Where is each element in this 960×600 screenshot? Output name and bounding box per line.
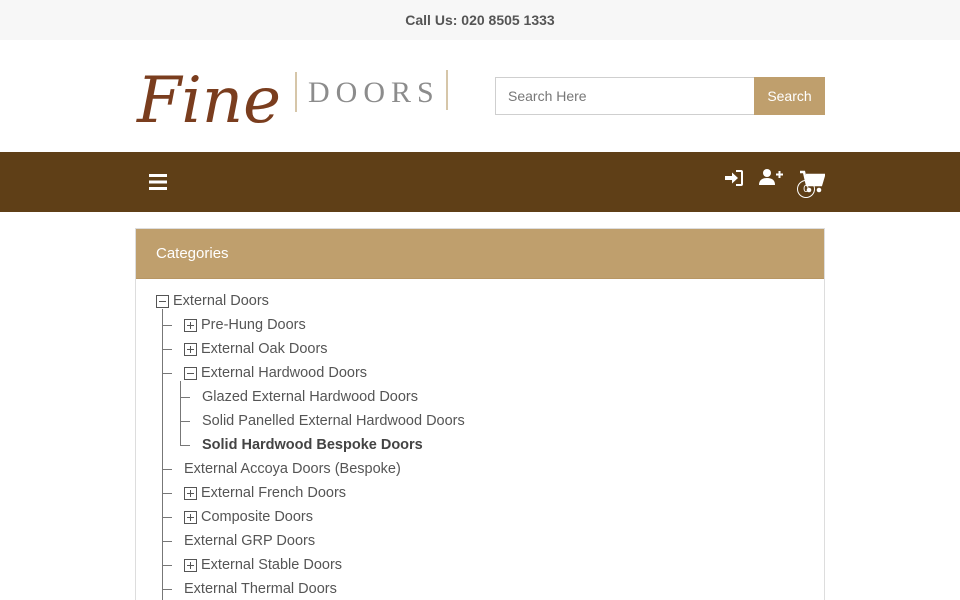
cart-count-badge: 0 [797, 180, 815, 198]
category-label[interactable]: External Stable Doors [201, 557, 342, 573]
tree-connector [162, 349, 172, 350]
hamburger-icon[interactable] [148, 172, 168, 192]
category-item[interactable]: Solid Panelled External Hardwood Doors [202, 409, 465, 433]
expand-plus-icon[interactable] [184, 342, 197, 356]
category-item[interactable]: External Oak Doors [184, 337, 328, 361]
category-label[interactable]: Composite Doors [201, 509, 313, 525]
category-item[interactable]: External Stable Doors [184, 553, 342, 577]
category-item[interactable]: External Accoya Doors (Bespoke) [184, 457, 401, 481]
collapse-minus-icon[interactable] [184, 366, 197, 380]
category-item[interactable]: External French Doors [184, 481, 346, 505]
tree-connector [162, 541, 172, 542]
collapse-minus-icon[interactable] [156, 294, 169, 308]
tree-connector [162, 373, 172, 374]
category-label[interactable]: Solid Hardwood Bespoke Doors [202, 437, 423, 453]
top-contact-bar: Call Us: 020 8505 1333 [0, 0, 960, 40]
expand-plus-icon[interactable] [184, 318, 197, 332]
tree-connector [180, 397, 190, 398]
categories-heading: Categories [136, 229, 824, 279]
logo-script-text: Fine [136, 64, 281, 138]
call-us-text[interactable]: Call Us: 020 8505 1333 [405, 12, 554, 28]
category-item[interactable]: Solid Hardwood Bespoke Doors [202, 433, 423, 457]
tree-connector [180, 381, 181, 445]
categories-panel: Categories External Doors Pre-Hung Doors E… [135, 228, 825, 600]
tree-connector [162, 517, 172, 518]
tree-connector [162, 589, 172, 590]
fine-doors-logo[interactable]: Fine DOORS [135, 52, 455, 142]
category-item[interactable]: External Thermal Doors [184, 577, 337, 600]
category-label[interactable]: Solid Panelled External Hardwood Doors [202, 413, 465, 429]
category-label[interactable]: External GRP Doors [184, 533, 315, 549]
main-navbar [0, 152, 960, 212]
category-label[interactable]: External French Doors [201, 485, 346, 501]
search-form: Search [495, 77, 825, 115]
user-plus-icon[interactable] [759, 166, 783, 188]
tree-connector [162, 493, 172, 494]
tree-connector [180, 421, 190, 422]
category-label[interactable]: External Oak Doors [201, 341, 328, 357]
tree-connector [162, 325, 172, 326]
category-item[interactable]: Glazed External Hardwood Doors [202, 385, 418, 409]
sign-in-icon[interactable] [723, 167, 745, 189]
tree-connector [162, 469, 172, 470]
category-label[interactable]: Pre-Hung Doors [201, 317, 306, 333]
category-item[interactable]: External Hardwood Doors [184, 361, 367, 385]
category-item[interactable]: External Doors [156, 289, 269, 313]
category-item[interactable]: Pre-Hung Doors [184, 313, 306, 337]
category-label[interactable]: External Thermal Doors [184, 581, 337, 597]
site-header: Fine DOORS Search [0, 40, 960, 152]
category-item[interactable]: External GRP Doors [184, 529, 315, 553]
expand-plus-icon[interactable] [184, 510, 197, 524]
search-button[interactable]: Search [754, 77, 825, 115]
tree-connector [162, 565, 172, 566]
logo-word-text: DOORS [308, 76, 440, 109]
category-label[interactable]: External Hardwood Doors [201, 365, 367, 381]
category-label[interactable]: External Accoya Doors (Bespoke) [184, 461, 401, 477]
category-label[interactable]: Glazed External Hardwood Doors [202, 389, 418, 405]
search-input[interactable] [495, 77, 754, 115]
category-label[interactable]: External Doors [173, 293, 269, 309]
expand-plus-icon[interactable] [184, 558, 197, 572]
tree-connector [180, 445, 190, 446]
category-item[interactable]: Composite Doors [184, 505, 313, 529]
tree-connector [162, 309, 163, 600]
expand-plus-icon[interactable] [184, 486, 197, 500]
